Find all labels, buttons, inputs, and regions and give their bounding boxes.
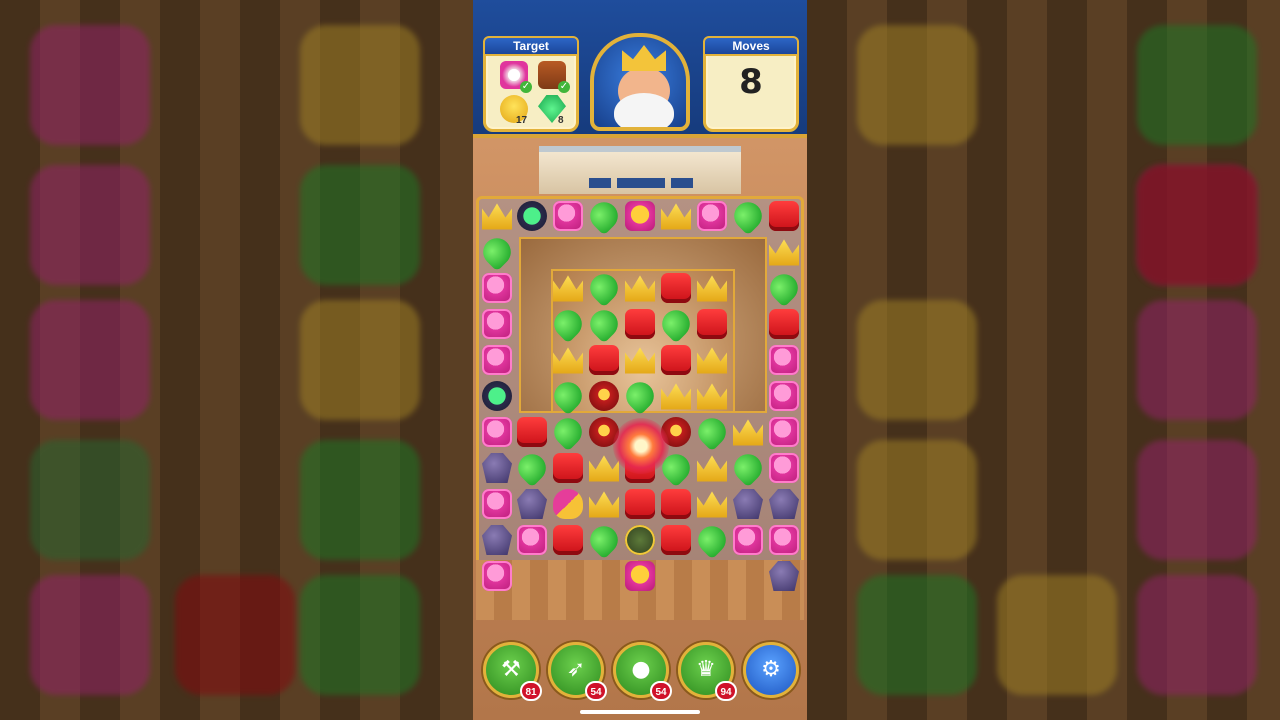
duck-tile[interactable] xyxy=(625,201,655,231)
pink-tile[interactable] xyxy=(769,381,799,411)
red-tile[interactable] xyxy=(661,345,691,375)
check-icon: ✓ xyxy=(558,81,570,93)
blurred-background-right xyxy=(807,0,1280,720)
pink-tile[interactable] xyxy=(733,525,763,555)
pink-tile[interactable] xyxy=(482,273,512,303)
booster-count: 54 xyxy=(585,681,607,701)
pink-tile[interactable] xyxy=(482,345,512,375)
booster-count: 54 xyxy=(650,681,672,701)
pink-tile[interactable] xyxy=(769,453,799,483)
red-tile[interactable] xyxy=(661,489,691,519)
arrow-booster[interactable]: ➶ 54 xyxy=(548,642,607,701)
gem-tile[interactable] xyxy=(517,201,547,231)
red-tile[interactable] xyxy=(661,273,691,303)
target-label: Target xyxy=(483,36,579,56)
duck-target-count: 17 xyxy=(516,115,528,126)
booster-count: 81 xyxy=(520,681,542,701)
booster-count: 94 xyxy=(715,681,737,701)
pink-tile[interactable] xyxy=(769,417,799,447)
duck-tile[interactable] xyxy=(625,561,655,591)
jester-tile[interactable] xyxy=(553,489,583,519)
pink-tile[interactable] xyxy=(482,309,512,339)
pink-tile[interactable] xyxy=(482,489,512,519)
pink-tile[interactable] xyxy=(769,345,799,375)
red-tile[interactable] xyxy=(661,525,691,555)
moves-label: Moves xyxy=(703,36,799,56)
game-screen: ✓ ✓ 17 8 Target Moves 8 ⚒ 81 ➶ 54 ● 54 ♛… xyxy=(473,0,807,720)
gear-icon: ⚙ xyxy=(761,657,781,682)
pink-tile[interactable] xyxy=(553,201,583,231)
red-tile[interactable] xyxy=(769,201,799,231)
settings-button[interactable]: ⚙ xyxy=(743,642,799,698)
tnt-tile[interactable] xyxy=(589,381,619,411)
red-tile[interactable] xyxy=(517,417,547,447)
red-tile[interactable] xyxy=(589,345,619,375)
shelf-decoration xyxy=(539,146,741,194)
blurred-background-left xyxy=(0,0,473,720)
pink-tile[interactable] xyxy=(769,525,799,555)
pink-tile[interactable] xyxy=(697,201,727,231)
red-tile[interactable] xyxy=(769,309,799,339)
gem-tile[interactable] xyxy=(482,381,512,411)
pink-tile[interactable] xyxy=(482,417,512,447)
explosion-effect xyxy=(613,418,669,474)
king-portrait xyxy=(590,33,690,131)
hammer-booster[interactable]: ⚒ 81 xyxy=(483,642,542,701)
home-indicator[interactable] xyxy=(580,710,700,714)
jester-hat-booster[interactable]: ♛ 94 xyxy=(678,642,737,701)
red-tile[interactable] xyxy=(697,309,727,339)
disco-ball-tile[interactable] xyxy=(625,525,655,555)
cannon-booster[interactable]: ● 54 xyxy=(613,642,672,701)
red-tile[interactable] xyxy=(625,489,655,519)
red-tile[interactable] xyxy=(553,525,583,555)
gem-target-count: 8 xyxy=(558,115,564,126)
moves-counter: 8 xyxy=(739,62,763,102)
check-icon: ✓ xyxy=(520,81,532,93)
pink-tile[interactable] xyxy=(482,561,512,591)
crown-icon xyxy=(622,45,666,71)
red-tile[interactable] xyxy=(625,309,655,339)
red-tile[interactable] xyxy=(553,453,583,483)
pink-tile[interactable] xyxy=(517,525,547,555)
